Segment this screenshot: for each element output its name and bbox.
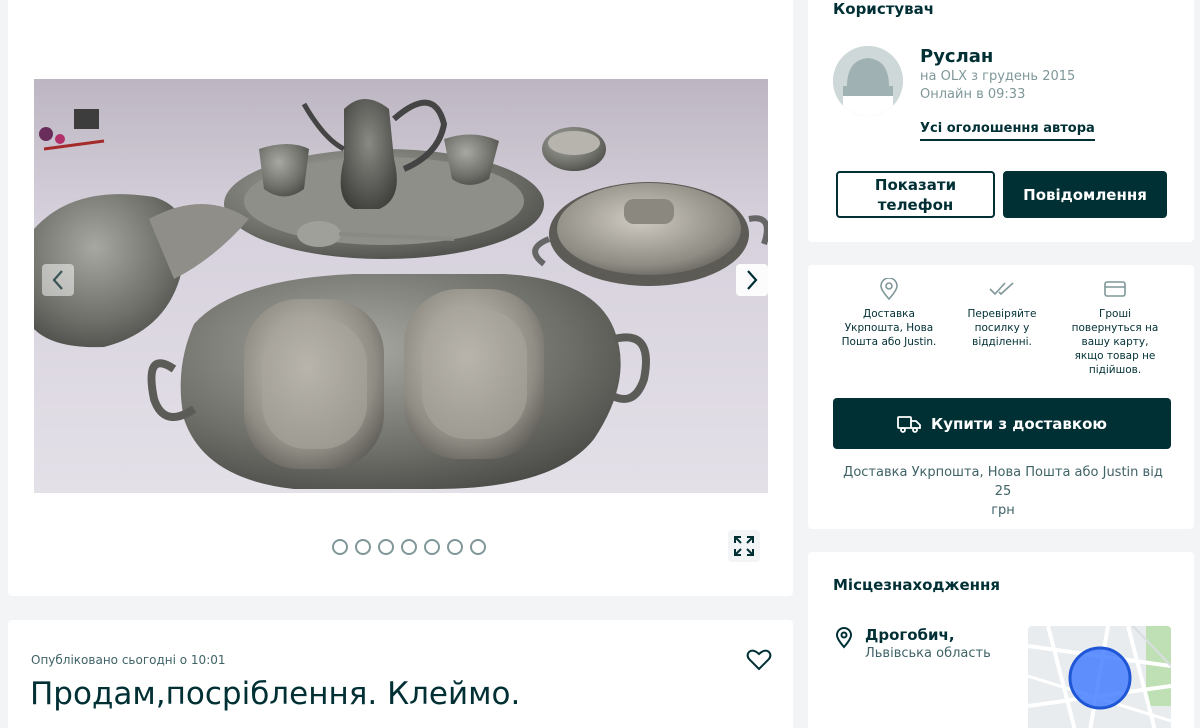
pagination-dot[interactable]: [424, 539, 440, 555]
double-check-icon: [989, 282, 1014, 296]
delivery-price-line1: Доставка Укрпошта, Нова Пошта або Justin…: [843, 465, 1163, 499]
feature-text-line: Доставка: [863, 308, 915, 320]
product-photo-image: [34, 79, 768, 493]
feature-text-line: підійшов.: [1088, 364, 1142, 376]
map-pin-icon: [835, 627, 853, 649]
ad-title: Продам,посріблення. Клеймо.: [30, 676, 521, 712]
fullscreen-button[interactable]: [728, 530, 760, 562]
truck-icon: [897, 415, 921, 433]
show-phone-label-line2: телефон: [877, 195, 954, 214]
gallery-card: [8, 0, 793, 596]
pagination-dot[interactable]: [332, 539, 348, 555]
user-placeholder-icon: [833, 46, 903, 116]
pagination-dot[interactable]: [378, 539, 394, 555]
buy-with-delivery-button[interactable]: Купити з доставкою: [833, 398, 1171, 449]
user-section-title: Користувач: [833, 0, 935, 18]
location-region: Львівська область: [865, 646, 991, 661]
feature-text-line: Укрпошта, Нова: [844, 322, 934, 334]
ad-info-card: Опубліковано сьогодні о 10:01 Продам,пос…: [8, 620, 793, 728]
chevron-left-icon: [52, 270, 63, 290]
user-member-since: на OLX з грудень 2015: [920, 69, 1076, 84]
all-author-ads-link[interactable]: Усі оголошення автора: [920, 121, 1095, 141]
message-button[interactable]: Повідомлення: [1003, 171, 1167, 218]
location-card: Місцезнаходження Дрогобич, Львівська обл…: [808, 552, 1194, 728]
show-phone-label: Показати телефон: [875, 175, 956, 215]
delivery-price-info: Доставка Укрпошта, Нова Пошта або Justin…: [838, 463, 1168, 520]
delivery-feature-refund: Гроші повернуться на вашу карту, якщо то…: [1060, 275, 1170, 377]
delivery-card: Доставка Укрпошта, Нова Пошта або Justin…: [808, 265, 1194, 529]
pagination-dot[interactable]: [447, 539, 463, 555]
pagination-dot[interactable]: [355, 539, 371, 555]
next-image-button[interactable]: [736, 264, 768, 296]
feature-text-line: якщо товар не: [1074, 350, 1156, 362]
product-photo[interactable]: [34, 79, 768, 493]
feature-text-line: Пошта або Justin.: [841, 336, 937, 348]
user-card: Користувач Руслан на OLX з грудень 2015 …: [808, 0, 1194, 242]
location-map[interactable]: [1028, 626, 1171, 728]
feature-text-line: повернуться на: [1071, 322, 1159, 334]
delivery-price-line2: грн: [991, 503, 1015, 518]
feature-text-line: Гроші: [1098, 308, 1132, 320]
image-pagination: [332, 539, 486, 555]
expand-icon: [734, 536, 754, 556]
pagination-dot[interactable]: [401, 539, 417, 555]
show-phone-label-line1: Показати: [874, 175, 957, 194]
feature-text-line: вашу карту,: [1081, 336, 1149, 348]
delivery-feature-shipping: Доставка Укрпошта, Нова Пошта або Justin…: [834, 275, 944, 349]
avatar[interactable]: [833, 46, 903, 116]
location-city: Дрогобич,: [865, 626, 955, 644]
location-title: Місцезнаходження: [833, 576, 1001, 594]
chevron-right-icon: [747, 270, 758, 290]
delivery-feature-check: Перевіряйте посилку у відділенні.: [947, 275, 1057, 349]
favorite-button[interactable]: [746, 648, 772, 672]
location-pin-icon: [880, 278, 898, 300]
user-last-online: Онлайн в 09:33: [920, 87, 1026, 102]
feature-text-line: відділенні.: [972, 336, 1032, 348]
heart-icon: [746, 649, 772, 671]
published-date: Опубліковано сьогодні о 10:01: [31, 653, 226, 667]
map-preview: [1028, 626, 1171, 728]
card-icon: [1104, 281, 1126, 297]
feature-text-line: Перевіряйте: [967, 308, 1037, 320]
pagination-dot[interactable]: [470, 539, 486, 555]
feature-text-line: посилку у: [974, 322, 1030, 334]
previous-image-button[interactable]: [42, 264, 74, 296]
buy-with-delivery-label: Купити з доставкою: [931, 414, 1107, 433]
show-phone-button[interactable]: Показати телефон: [836, 171, 995, 218]
user-name: Руслан: [920, 46, 994, 67]
